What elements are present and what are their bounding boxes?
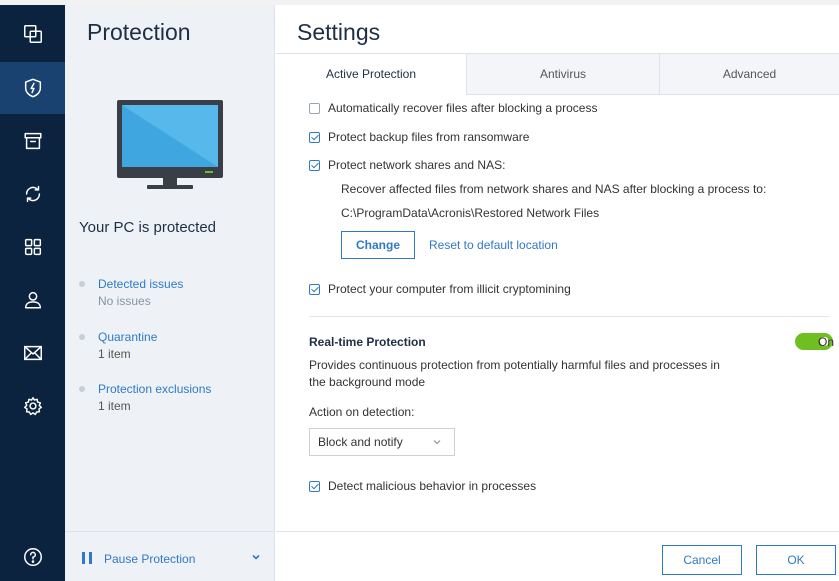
quarantine-value: 1 item (98, 347, 131, 361)
reset-default-location-link[interactable]: Reset to default location (429, 238, 558, 252)
protect-network-checkbox[interactable] (309, 159, 320, 171)
active-protection-content: Automatically recover files after blocki… (276, 95, 839, 531)
page-title: Settings (297, 19, 381, 45)
recover-network-text: Recover affected files from network shar… (341, 182, 767, 196)
main-nav (0, 5, 65, 581)
nav-item-backup[interactable] (0, 8, 65, 60)
section-divider (309, 316, 829, 317)
protect-network-option: Protect network shares and NAS: (309, 158, 505, 172)
cryptomining-checkbox[interactable] (309, 283, 320, 295)
tab-advanced[interactable]: Advanced (659, 53, 839, 95)
settings-pane: Settings Active Protection Antivirus Adv… (276, 5, 839, 581)
protect-backup-label: Protect backup files from ransomware (328, 130, 530, 144)
pause-protection-button[interactable]: Pause Protection (104, 552, 195, 566)
nav-item-help[interactable] (0, 531, 65, 581)
cancel-button[interactable]: Cancel (662, 545, 742, 575)
cryptomining-option: Protect your computer from illicit crypt… (309, 282, 571, 296)
stat-bullet (79, 281, 85, 287)
settings-tabs: Active Protection Antivirus Advanced (276, 53, 839, 95)
nav-item-sync[interactable] (0, 168, 65, 220)
dialog-footer: Cancel OK (276, 531, 839, 581)
pause-protection-bar: Pause Protection (65, 531, 275, 581)
nav-item-messages[interactable] (0, 327, 65, 379)
gear-icon (23, 397, 42, 416)
user-icon (24, 291, 41, 309)
app-window: Protection Your PC is protected Detected… (0, 5, 839, 581)
auto-recover-checkbox[interactable] (309, 102, 320, 114)
detect-malicious-label: Detect malicious behavior in processes (328, 479, 537, 493)
tab-antivirus[interactable]: Antivirus (466, 53, 659, 95)
detect-malicious-checkbox[interactable] (309, 480, 320, 492)
ok-button[interactable]: OK (756, 545, 836, 575)
nav-item-archive[interactable] (0, 115, 65, 167)
protection-exclusions-value: 1 item (98, 399, 131, 413)
stat-bullet (79, 386, 85, 392)
detect-malicious-option: Detect malicious behavior in processes (309, 479, 536, 493)
panel-title: Protection (87, 19, 191, 45)
protection-status: Your PC is protected (79, 219, 217, 236)
nav-item-settings[interactable] (0, 380, 65, 432)
quarantine-link[interactable]: Quarantine (98, 330, 157, 344)
nav-item-tools[interactable] (0, 221, 65, 273)
cryptomining-label: Protect your computer from illicit crypt… (328, 282, 571, 296)
realtime-toggle-label: On (818, 335, 835, 349)
action-on-detection-label: Action on detection: (309, 405, 415, 419)
tab-active-protection[interactable]: Active Protection (276, 53, 466, 95)
detected-issues-link[interactable]: Detected issues (98, 277, 183, 291)
monitor-illustration (117, 100, 223, 189)
chevron-down-icon[interactable] (251, 552, 261, 562)
help-icon (23, 548, 42, 566)
nav-item-protection[interactable] (0, 62, 65, 114)
protection-exclusions-link[interactable]: Protection exclusions (98, 382, 211, 396)
chevron-down-icon (433, 440, 441, 445)
realtime-description: Provides continuous protection from pote… (309, 358, 720, 389)
auto-recover-label: Automatically recover files after blocki… (328, 101, 598, 115)
nav-item-account[interactable] (0, 274, 65, 326)
protect-backup-option: Protect backup files from ransomware (309, 130, 529, 144)
recover-path: C:\ProgramData\Acronis\Restored Network … (341, 206, 600, 220)
protect-backup-checkbox[interactable] (309, 131, 320, 143)
stat-bullet (79, 334, 85, 340)
detected-issues-value: No issues (98, 294, 151, 308)
grid-icon (24, 238, 41, 256)
shield-icon (24, 78, 41, 98)
sync-icon (25, 185, 40, 203)
realtime-protection-title: Real-time Protection (309, 335, 426, 349)
protect-network-label: Protect network shares and NAS: (328, 158, 506, 172)
protection-panel: Protection Your PC is protected Detected… (65, 5, 275, 581)
archive-icon (23, 132, 42, 150)
auto-recover-option: Automatically recover files after blocki… (309, 101, 597, 115)
action-selected-value: Block and notify (318, 435, 403, 449)
action-on-detection-select[interactable]: Block and notify (309, 428, 455, 456)
change-location-button[interactable]: Change (341, 231, 415, 259)
copy-icon (23, 25, 42, 43)
mail-icon (23, 345, 42, 361)
